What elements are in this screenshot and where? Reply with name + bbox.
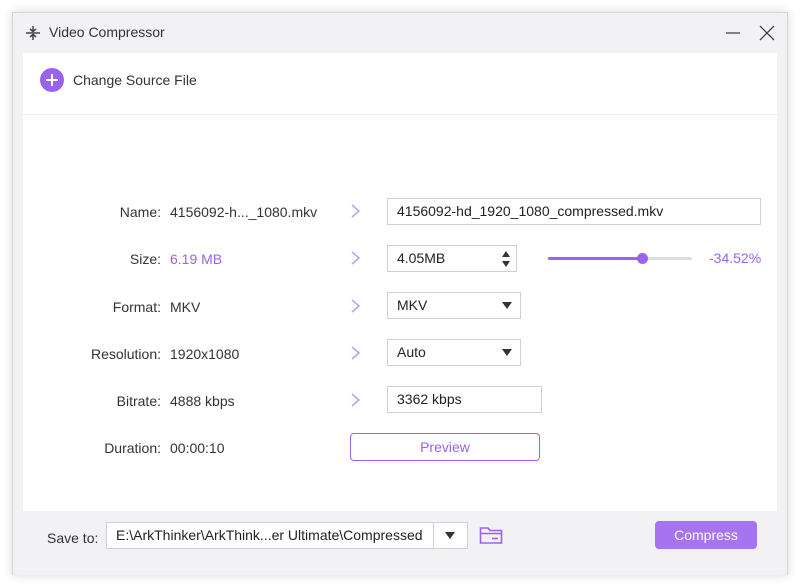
change-source-file-button[interactable]: Change Source File bbox=[40, 67, 197, 93]
resolution-label: Resolution: bbox=[90, 346, 161, 362]
caret-down-icon bbox=[502, 349, 512, 356]
source-format-value: MKV bbox=[170, 299, 201, 315]
divider bbox=[433, 523, 434, 548]
size-label: Size: bbox=[129, 251, 161, 267]
name-label: Name: bbox=[119, 204, 161, 220]
preview-button[interactable]: Preview bbox=[350, 433, 540, 461]
duration-value: 00:00:10 bbox=[170, 440, 225, 456]
compress-icon bbox=[26, 26, 40, 40]
save-path-value: E:\ArkThinker\ArkThink...er Ultimate\Com… bbox=[116, 527, 423, 543]
chevron-right-icon bbox=[351, 393, 361, 407]
save-to-label: Save to: bbox=[47, 530, 99, 546]
resolution-select-value: Auto bbox=[397, 344, 426, 360]
output-size-stepper[interactable]: 4.05MB bbox=[387, 245, 517, 272]
output-bitrate-input[interactable]: 3362 kbps bbox=[387, 386, 542, 413]
caret-down-icon[interactable] bbox=[501, 260, 511, 268]
caret-up-icon[interactable] bbox=[501, 250, 511, 258]
main-panel: Change Source File Name: 4156092-h..._10… bbox=[23, 53, 777, 575]
source-size-value: 6.19 MB bbox=[170, 251, 223, 267]
resolution-select[interactable]: Auto bbox=[387, 339, 521, 366]
compress-button[interactable]: Compress bbox=[655, 521, 757, 549]
caret-down-icon bbox=[502, 302, 512, 309]
format-select-value: MKV bbox=[397, 297, 428, 313]
caret-down-icon[interactable] bbox=[445, 532, 455, 539]
duration-label: Duration: bbox=[104, 440, 161, 456]
size-slider-fill bbox=[548, 257, 643, 260]
folder-icon[interactable] bbox=[479, 524, 503, 546]
title-bar: Video Compressor bbox=[13, 13, 787, 53]
plus-circle-icon bbox=[40, 68, 64, 92]
minimize-icon[interactable] bbox=[723, 23, 743, 43]
format-select[interactable]: MKV bbox=[387, 292, 521, 319]
size-slider[interactable] bbox=[548, 253, 692, 264]
output-size-value: 4.05MB bbox=[397, 250, 446, 266]
change-source-label: Change Source File bbox=[73, 72, 197, 88]
size-slider-thumb[interactable] bbox=[637, 253, 649, 264]
footer: Save to: E:\ArkThinker\ArkThink...er Ult… bbox=[13, 511, 787, 575]
save-path-select[interactable]: E:\ArkThinker\ArkThink...er Ultimate\Com… bbox=[106, 522, 468, 549]
chevron-right-icon bbox=[351, 346, 361, 360]
size-reduction-percent: -34.52% bbox=[709, 250, 762, 266]
source-resolution-value: 1920x1080 bbox=[170, 346, 240, 362]
divider bbox=[23, 114, 777, 115]
chevron-right-icon bbox=[351, 299, 361, 313]
window-title: Video Compressor bbox=[49, 24, 165, 40]
format-label: Format: bbox=[112, 299, 161, 315]
bitrate-label: Bitrate: bbox=[116, 393, 161, 409]
chevron-right-icon bbox=[351, 251, 361, 265]
output-name-input[interactable]: 4156092-hd_1920_1080_compressed.mkv bbox=[387, 198, 761, 225]
video-compressor-window: Video Compressor Change Source File Name… bbox=[12, 12, 788, 575]
close-icon[interactable] bbox=[757, 23, 777, 43]
source-name-value: 4156092-h..._1080.mkv bbox=[170, 204, 318, 220]
source-bitrate-value: 4888 kbps bbox=[170, 393, 235, 409]
chevron-right-icon bbox=[351, 204, 361, 218]
